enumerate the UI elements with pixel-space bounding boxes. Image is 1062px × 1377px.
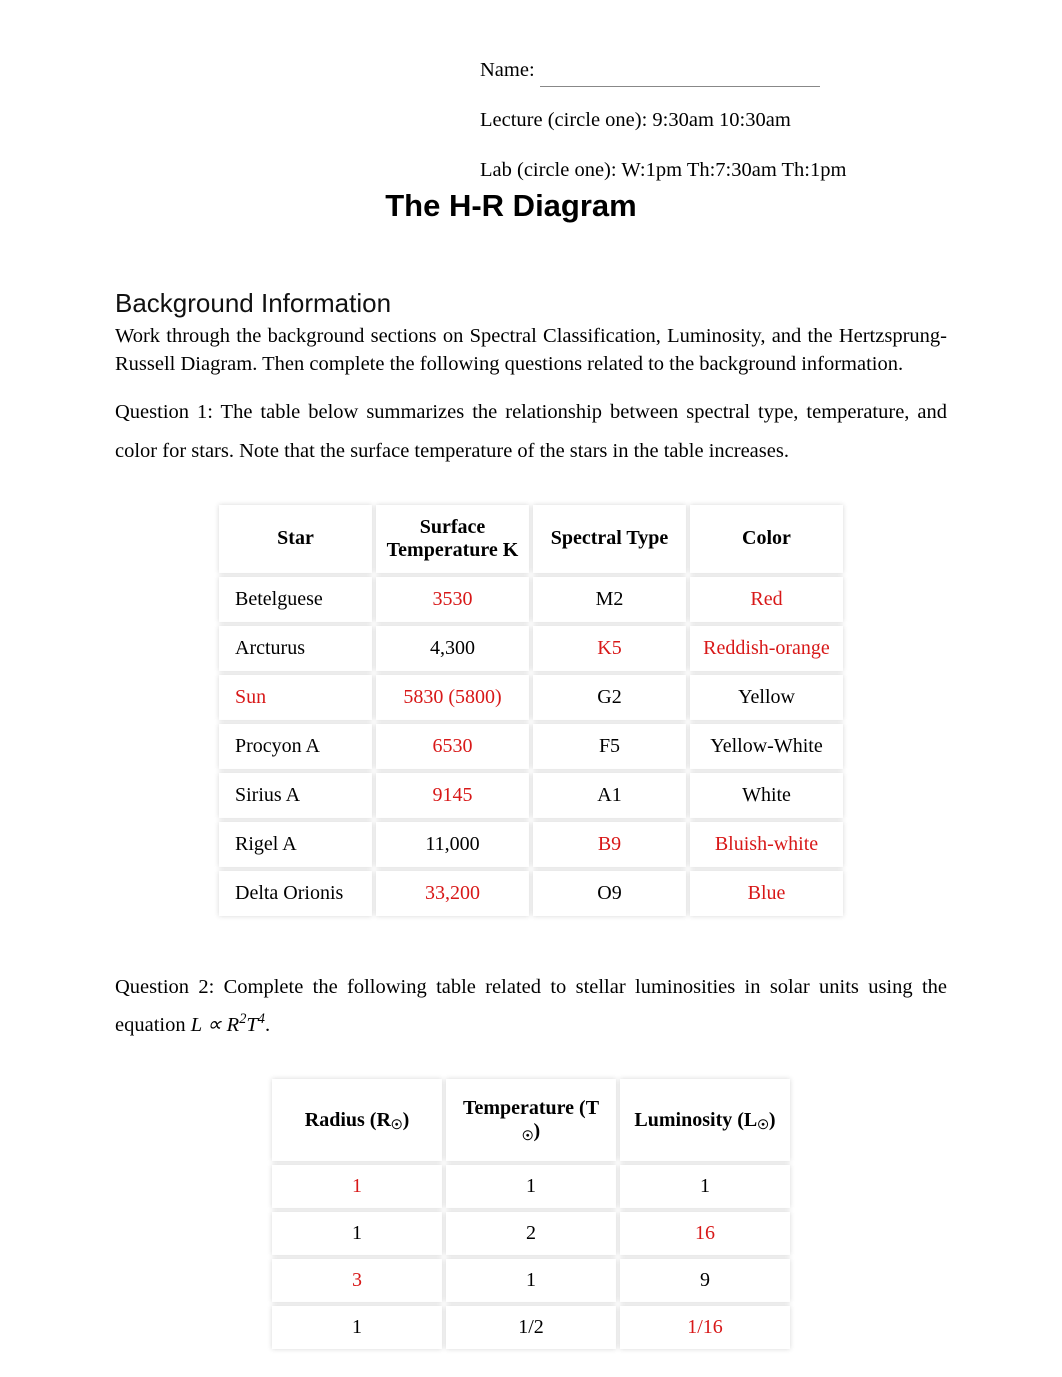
table-cell: Red	[690, 577, 843, 622]
table-row: 1216	[272, 1212, 790, 1255]
table-row: 11/21/16	[272, 1306, 790, 1349]
question-1-text: Question 1: The table below summarizes t…	[115, 393, 947, 471]
table-row: Rigel A11,000B9Bluish-white	[219, 822, 843, 867]
table-cell: Sun	[219, 675, 372, 720]
table-cell: 9	[620, 1259, 790, 1302]
q2-suffix: .	[265, 1014, 270, 1036]
col-color: Color	[690, 505, 843, 573]
table-row: 111	[272, 1165, 790, 1208]
lab-row: Lab (circle one): W:1pm Th:7:30am Th:1pm	[480, 155, 947, 187]
table-cell: White	[690, 773, 843, 818]
table-cell: A1	[533, 773, 686, 818]
table-cell: 1	[620, 1165, 790, 1208]
table-cell: K5	[533, 626, 686, 671]
table-cell: Yellow	[690, 675, 843, 720]
table-header-row: Radius (R☉) Temperature (T ☉) Luminosity…	[272, 1079, 790, 1161]
col-temperature: Temperature (T ☉)	[446, 1079, 616, 1161]
table-cell: 1	[272, 1306, 442, 1349]
table-cell: 1/16	[620, 1306, 790, 1349]
table-cell: 4,300	[376, 626, 529, 671]
table-cell: 9145	[376, 773, 529, 818]
table-cell: Betelguese	[219, 577, 372, 622]
luminosity-table: Radius (R☉) Temperature (T ☉) Luminosity…	[268, 1075, 794, 1353]
table-cell: G2	[533, 675, 686, 720]
table-cell: 5830 (5800)	[376, 675, 529, 720]
table-row: Procyon A6530F5Yellow-White	[219, 724, 843, 769]
table-cell: Reddish-orange	[690, 626, 843, 671]
table-cell: 1	[272, 1165, 442, 1208]
col-luminosity: Luminosity (L☉)	[620, 1079, 790, 1161]
name-label: Name:	[480, 59, 535, 81]
table-cell: Yellow-White	[690, 724, 843, 769]
table-cell: F5	[533, 724, 686, 769]
table-cell: 1	[272, 1212, 442, 1255]
col-spec: Spectral Type	[533, 505, 686, 573]
table-row: Betelguese3530M2Red	[219, 577, 843, 622]
star-table: Star Surface Temperature K Spectral Type…	[215, 501, 847, 920]
table-cell: O9	[533, 871, 686, 916]
header-block: Name: Lecture (circle one): 9:30am 10:30…	[480, 55, 947, 186]
table-cell: 1	[446, 1165, 616, 1208]
table-cell: 16	[620, 1212, 790, 1255]
table-cell: 3530	[376, 577, 529, 622]
table-cell: B9	[533, 822, 686, 867]
table-cell: Delta Orionis	[219, 871, 372, 916]
table-row: Sun5830 (5800)G2Yellow	[219, 675, 843, 720]
page-title: The H-R Diagram	[115, 188, 947, 224]
table-cell: Rigel A	[219, 822, 372, 867]
table-cell: Procyon A	[219, 724, 372, 769]
table-cell: 33,200	[376, 871, 529, 916]
name-row: Name:	[480, 55, 947, 87]
intro-paragraph: Work through the background sections on …	[115, 323, 947, 378]
table-cell: 1	[446, 1259, 616, 1302]
col-star: Star	[219, 505, 372, 573]
question-2-text: Question 2: Complete the following table…	[115, 968, 947, 1046]
table-row: Sirius A9145A1White	[219, 773, 843, 818]
table-cell: 3	[272, 1259, 442, 1302]
q2-equation: L ∝ R2T4	[191, 1014, 265, 1036]
col-temp: Surface Temperature K	[376, 505, 529, 573]
section-heading: Background Information	[115, 288, 947, 319]
table-header-row: Star Surface Temperature K Spectral Type…	[219, 505, 843, 573]
lecture-row: Lecture (circle one): 9:30am 10:30am	[480, 105, 947, 137]
table-cell: Sirius A	[219, 773, 372, 818]
table-cell: 11,000	[376, 822, 529, 867]
table-cell: Blue	[690, 871, 843, 916]
table-row: 319	[272, 1259, 790, 1302]
table-cell: Bluish-white	[690, 822, 843, 867]
table-row: Delta Orionis33,200O9Blue	[219, 871, 843, 916]
table-cell: M2	[533, 577, 686, 622]
table-row: Arcturus4,300K5Reddish-orange	[219, 626, 843, 671]
table-cell: 2	[446, 1212, 616, 1255]
name-input-line[interactable]	[540, 86, 820, 87]
table-cell: Arcturus	[219, 626, 372, 671]
col-radius: Radius (R☉)	[272, 1079, 442, 1161]
table-cell: 6530	[376, 724, 529, 769]
table-cell: 1/2	[446, 1306, 616, 1349]
